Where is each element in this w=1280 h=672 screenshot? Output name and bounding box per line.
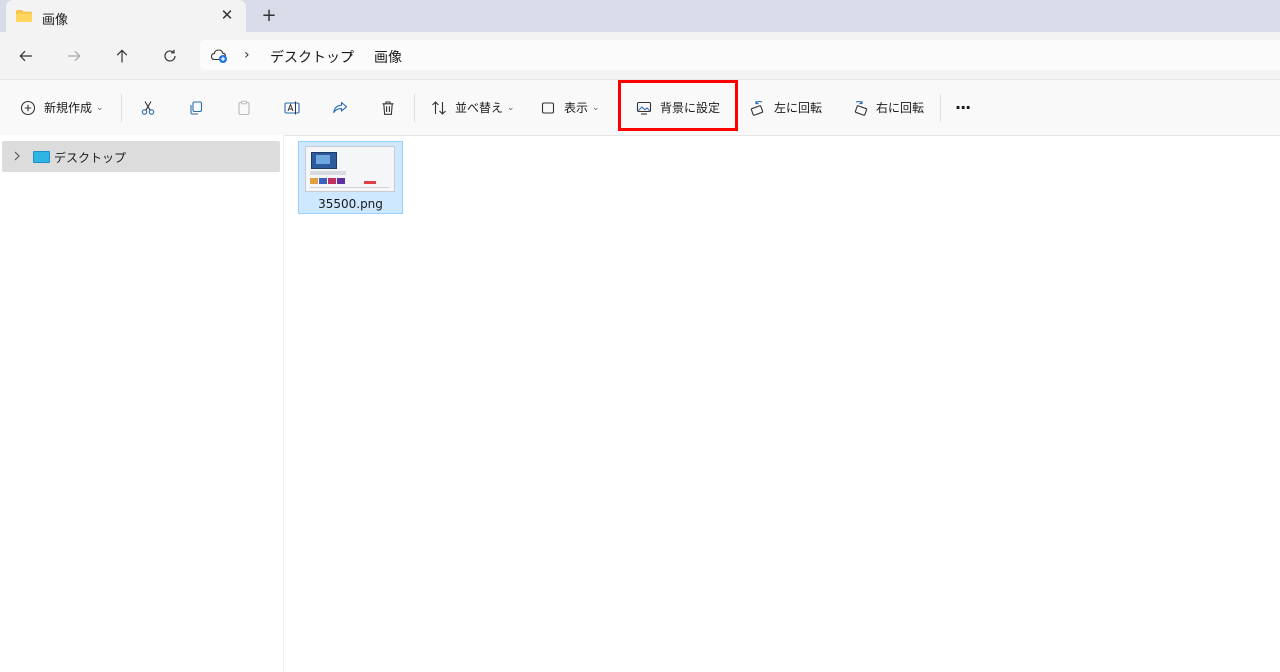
clipboard-icon <box>238 100 250 115</box>
chevron-right-icon[interactable] <box>11 150 23 162</box>
cut-button[interactable] <box>140 80 156 135</box>
sort-button[interactable]: 並べ替え ⌄ <box>431 80 515 135</box>
scissors-icon <box>141 100 155 115</box>
sort-icon <box>432 100 446 115</box>
rotate-right-button[interactable]: 右に回転 <box>852 80 924 135</box>
arrow-left-icon <box>19 50 32 62</box>
navigation-bar: › デスクトップ › 画像 <box>0 32 1280 79</box>
rotate-left-button[interactable]: 左に回転 <box>750 80 822 135</box>
share-icon <box>333 101 348 113</box>
separator <box>121 94 122 122</box>
view-icon <box>541 101 555 114</box>
desktop-icon <box>33 151 50 163</box>
forward-button[interactable] <box>62 44 86 68</box>
close-tab-button[interactable]: ✕ <box>218 6 236 24</box>
chevron-down-icon: ⌄ <box>507 102 515 113</box>
new-button[interactable]: 新規作成 ⌄ <box>20 80 104 135</box>
refresh-button[interactable] <box>158 44 182 68</box>
breadcrumb-desktop[interactable]: デスクトップ <box>270 47 354 67</box>
more-options-button[interactable]: ··· <box>955 80 971 135</box>
chevron-down-icon: ⌄ <box>96 102 104 113</box>
breadcrumb-images[interactable]: 画像 <box>374 47 402 67</box>
chevron-down-icon: ⌄ <box>592 102 600 113</box>
delete-button[interactable] <box>380 80 396 135</box>
rotate-right-icon <box>854 100 868 116</box>
up-button[interactable] <box>110 44 134 68</box>
sort-label: 並べ替え <box>455 101 504 115</box>
rotate-right-label: 右に回転 <box>876 101 925 115</box>
tab-title: 画像 <box>42 13 69 28</box>
view-label: 表示 <box>564 101 589 115</box>
rotate-left-icon <box>750 100 764 116</box>
share-button[interactable] <box>332 80 348 135</box>
paste-button[interactable] <box>236 80 252 135</box>
file-item[interactable]: 35500.png <box>298 141 403 214</box>
address-bar[interactable]: › デスクトップ › 画像 <box>200 40 1280 70</box>
highlight-box <box>618 80 738 131</box>
new-tab-button[interactable]: + <box>258 6 280 26</box>
arrow-right-icon <box>68 50 81 62</box>
tree-item-label: デスクトップ <box>54 151 127 165</box>
tab-strip: 画像 ✕ + <box>0 0 1280 32</box>
tab-images[interactable]: 画像 ✕ <box>6 0 246 32</box>
file-name: 35500.png <box>318 197 383 211</box>
rename-icon <box>284 101 300 114</box>
copy-icon <box>190 100 203 115</box>
folder-icon <box>16 10 32 22</box>
separator <box>414 94 415 122</box>
trash-icon <box>382 100 394 115</box>
tree-item-desktop[interactable]: デスクトップ <box>2 141 280 172</box>
navigation-pane: デスクトップ <box>0 135 284 672</box>
refresh-icon <box>164 49 176 62</box>
onedrive-cloud-icon <box>210 49 227 63</box>
copy-button[interactable] <box>188 80 204 135</box>
add-circle-icon <box>20 100 36 115</box>
new-label: 新規作成 <box>44 101 93 115</box>
view-button[interactable]: 表示 ⌄ <box>540 80 600 135</box>
back-button[interactable] <box>14 44 38 68</box>
rename-button[interactable] <box>284 80 300 135</box>
arrow-up-icon <box>116 49 128 63</box>
breadcrumb-separator[interactable]: › <box>348 47 354 63</box>
separator <box>940 94 941 122</box>
file-thumbnail <box>305 146 395 192</box>
rotate-left-label: 左に回転 <box>774 101 823 115</box>
breadcrumb-separator[interactable]: › <box>244 47 250 63</box>
